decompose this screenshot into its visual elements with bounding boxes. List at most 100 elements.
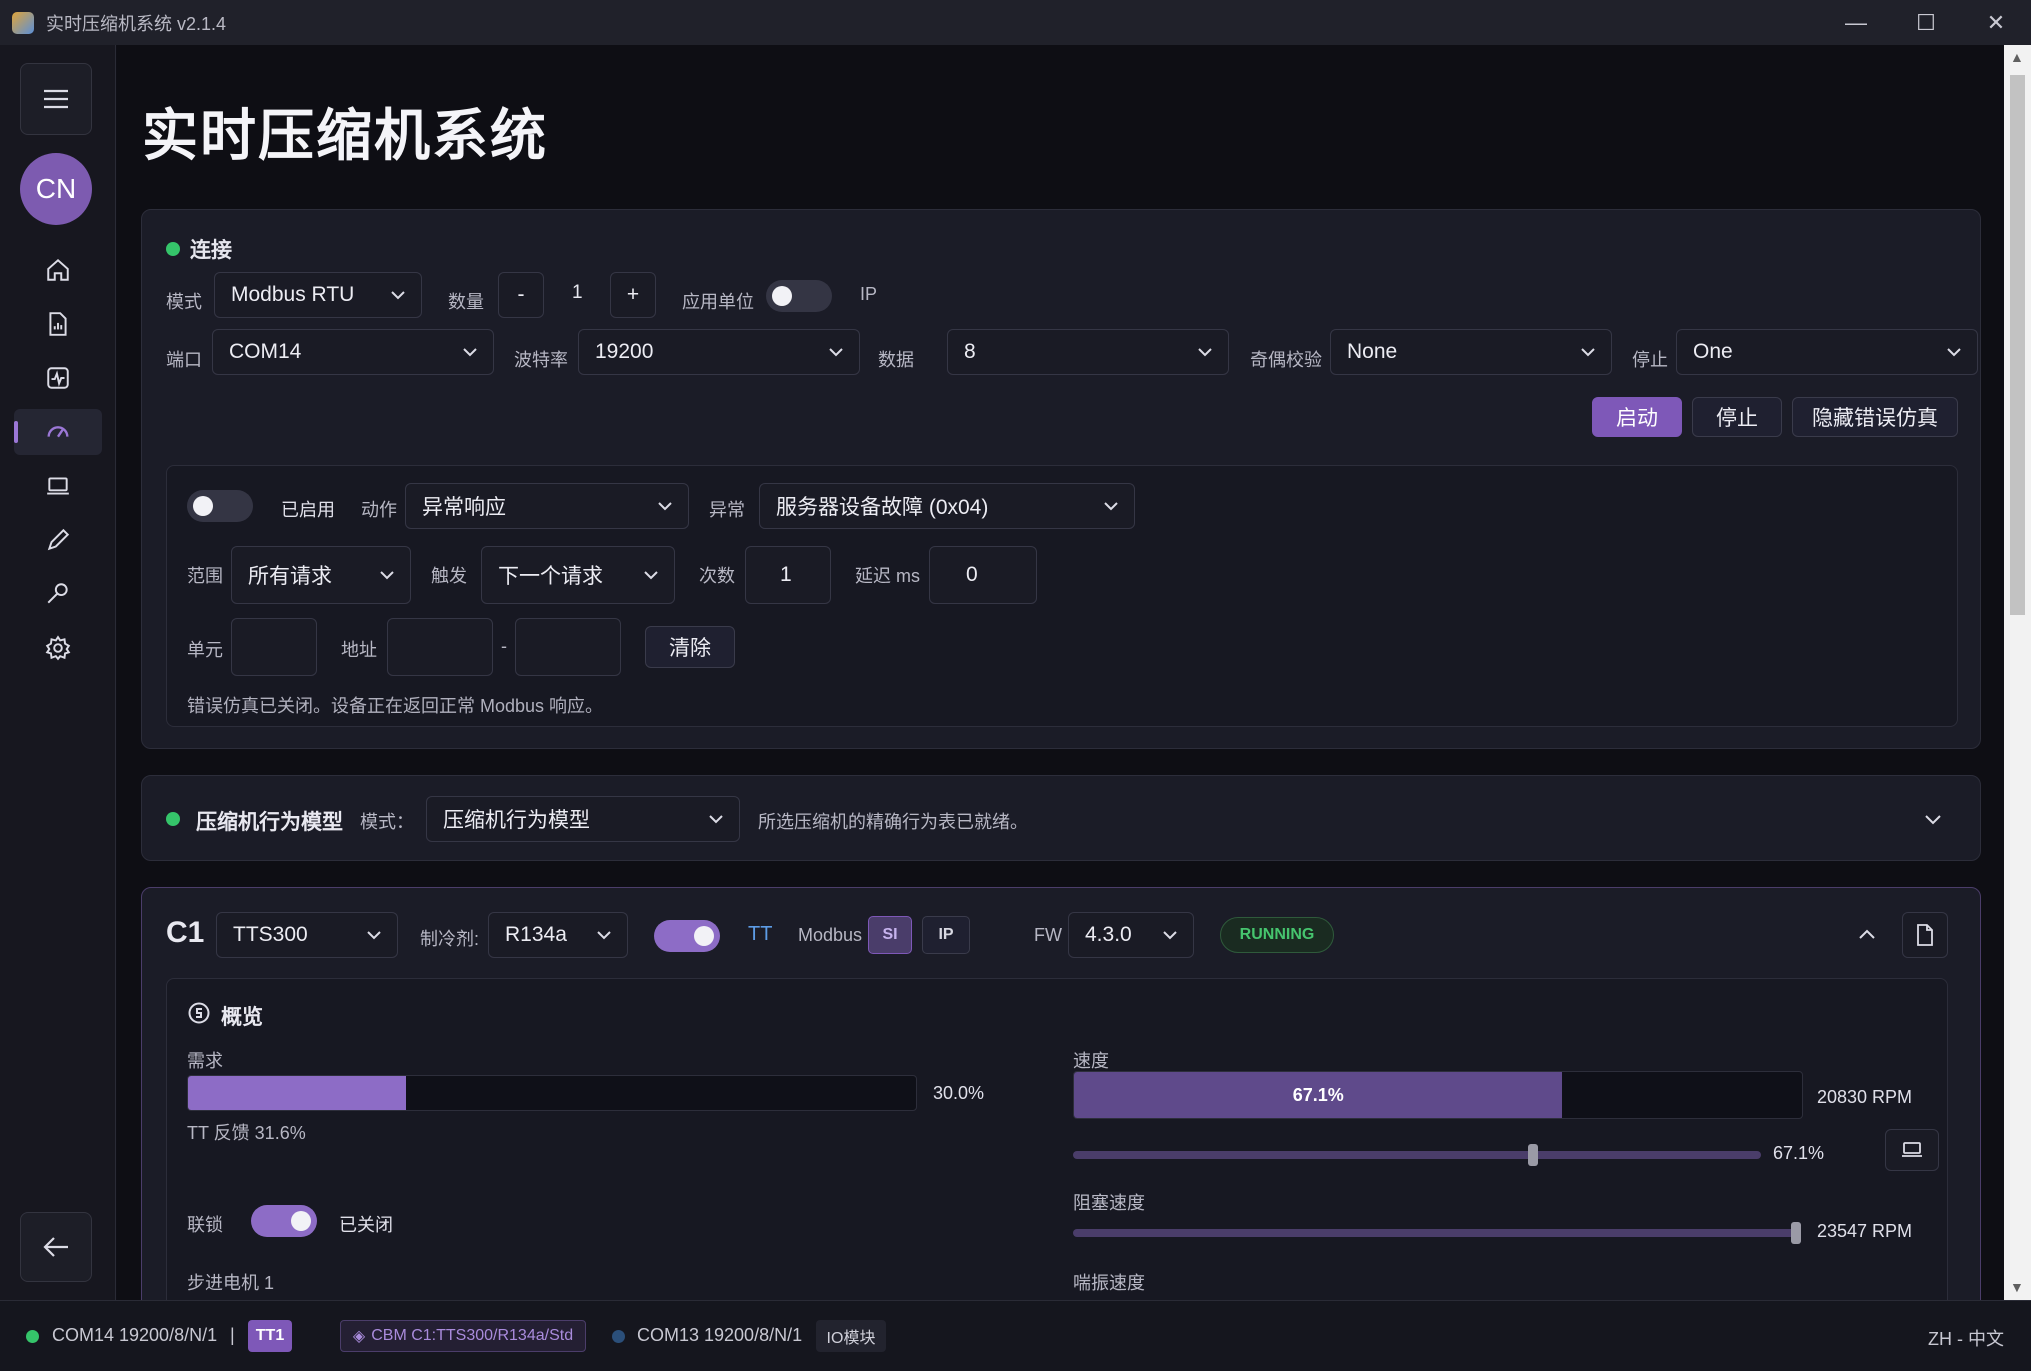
sidebar: CN <box>0 45 116 1300</box>
sidebar-item-report[interactable] <box>14 301 102 347</box>
scrollbar-thumb[interactable] <box>2010 75 2025 615</box>
speed-monitor-button[interactable] <box>1885 1129 1939 1171</box>
compressor-model-select[interactable]: TTS300 <box>216 912 398 958</box>
sidebar-item-monitor[interactable] <box>14 355 102 401</box>
stop-button[interactable]: 停止 <box>1692 397 1782 437</box>
connection-title: 连接 <box>190 239 232 262</box>
window-title: 实时压缩机系统 v2.1.4 <box>46 13 227 34</box>
times-input[interactable]: 1 <box>745 546 831 604</box>
count-decrement-button[interactable]: - <box>498 272 544 318</box>
parity-select[interactable]: None <box>1330 329 1612 375</box>
interlock-toggle[interactable] <box>251 1205 317 1237</box>
monitor-icon <box>1902 1142 1922 1157</box>
avatar[interactable]: CN <box>20 153 92 225</box>
stop-bits-select[interactable]: One <box>1676 329 1978 375</box>
cbm-tag[interactable]: ◈ CBM C1:TTS300/R134a/Std <box>340 1320 586 1352</box>
trigger-select[interactable]: 下一个请求 <box>481 546 675 604</box>
expand-chevron-icon[interactable] <box>1922 808 1944 830</box>
start-button[interactable]: 启动 <box>1592 397 1682 437</box>
parity-value: None <box>1347 340 1398 363</box>
fw-label: FW <box>1034 925 1062 945</box>
pulse-icon <box>47 367 69 389</box>
choke-speed-slider[interactable] <box>1073 1222 1801 1244</box>
port-select[interactable]: COM14 <box>212 329 494 375</box>
port2-status-dot <box>612 1330 625 1343</box>
sidebar-item-edit[interactable] <box>14 517 102 563</box>
si-unit-tag[interactable]: SI <box>868 916 912 954</box>
close-button[interactable]: ✕ <box>1961 0 2031 45</box>
apply-unit-toggle[interactable] <box>766 280 832 312</box>
interlock-state: 已关闭 <box>339 1215 393 1235</box>
wrench-icon <box>47 583 68 604</box>
behavior-mode-select[interactable]: 压缩机行为模型 <box>426 796 740 842</box>
language-indicator[interactable]: ZH - 中文 <box>1928 1325 2004 1351</box>
delay-input[interactable]: 0 <box>929 546 1037 604</box>
scope-select[interactable]: 所有请求 <box>231 546 411 604</box>
unit-input[interactable] <box>231 618 317 676</box>
stop-bits-label: 停止 <box>1632 350 1668 370</box>
apply-unit-label: 应用单位 <box>682 292 754 312</box>
fw-select[interactable]: 4.3.0 <box>1068 912 1194 958</box>
sidebar-item-settings[interactable] <box>14 625 102 671</box>
minimize-button[interactable]: — <box>1821 0 1891 45</box>
maximize-button[interactable]: ☐ <box>1891 0 1961 45</box>
action-value: 异常响应 <box>422 496 506 519</box>
address-label: 地址 <box>341 640 377 660</box>
speed-slider[interactable] <box>1073 1144 1761 1166</box>
document-button[interactable] <box>1902 912 1948 958</box>
sidebar-item-tools[interactable] <box>14 571 102 617</box>
port1-status-dot <box>26 1330 39 1343</box>
sidebar-item-device[interactable] <box>14 463 102 509</box>
chevron-down-icon <box>1581 348 1595 357</box>
behavior-title: 压缩机行为模型 <box>196 811 343 834</box>
data-bits-select[interactable]: 8 <box>947 329 1229 375</box>
chevron-down-icon <box>1163 931 1177 940</box>
mode-select[interactable]: Modbus RTU <box>214 272 422 318</box>
mode-label: 模式 <box>166 292 202 312</box>
exception-value: 服务器设备故障 (0x04) <box>776 496 989 519</box>
address-from-input[interactable] <box>387 618 493 676</box>
count-increment-button[interactable]: + <box>610 272 656 318</box>
behavior-status-dot <box>166 812 180 826</box>
trigger-label: 触发 <box>431 566 467 586</box>
address-separator: - <box>501 636 507 656</box>
collapse-chevron-icon[interactable] <box>1856 924 1878 946</box>
sidebar-item-compressor[interactable] <box>14 409 102 455</box>
gear-icon <box>45 635 71 661</box>
running-status-badge: RUNNING <box>1220 917 1334 953</box>
tt1-tag[interactable]: TT1 <box>248 1320 292 1352</box>
ip-unit-tag[interactable]: IP <box>922 916 970 954</box>
trigger-value: 下一个请求 <box>498 565 603 588</box>
speed-rpm: 20830 RPM <box>1817 1087 1913 1107</box>
baud-select[interactable]: 19200 <box>578 329 860 375</box>
error-sim-toggle[interactable] <box>187 490 253 522</box>
back-button[interactable] <box>20 1212 92 1282</box>
sidebar-item-home[interactable] <box>14 247 102 293</box>
speed-bar-fill: 67.1% <box>1074 1072 1563 1118</box>
data-bits-label: 数据 <box>878 350 914 370</box>
chevron-down-icon <box>367 931 381 940</box>
action-select[interactable]: 异常响应 <box>405 483 689 529</box>
stop-bits-value: One <box>1693 340 1733 363</box>
speed-slider-value: 67.1% <box>1773 1143 1825 1163</box>
exception-select[interactable]: 服务器设备故障 (0x04) <box>759 483 1135 529</box>
choke-slider-thumb[interactable] <box>1791 1222 1801 1244</box>
clear-button[interactable]: 清除 <box>645 626 735 668</box>
chevron-down-icon <box>644 571 658 580</box>
speed-slider-thumb[interactable] <box>1527 1144 1538 1166</box>
ip-label: IP <box>860 284 878 304</box>
scope-value: 所有请求 <box>248 565 332 588</box>
stepper-motor-label: 步进电机 1 <box>187 1273 275 1293</box>
tt-toggle[interactable] <box>654 920 720 952</box>
refrigerant-select[interactable]: R134a <box>488 912 628 958</box>
vertical-scrollbar[interactable]: ▲ ▼ <box>2004 45 2031 1300</box>
address-to-input[interactable] <box>515 618 621 676</box>
behavior-mode-value: 压缩机行为模型 <box>443 809 590 832</box>
scroll-up-arrow-icon[interactable]: ▲ <box>2010 49 2024 65</box>
scroll-down-arrow-icon[interactable]: ▼ <box>2010 1279 2024 1295</box>
gauge-icon <box>47 426 69 438</box>
io-module-tag[interactable]: IO模块 <box>816 1320 886 1352</box>
fw-value: 4.3.0 <box>1085 923 1132 946</box>
hide-error-sim-button[interactable]: 隐藏错误仿真 <box>1792 397 1958 437</box>
menu-button[interactable] <box>20 63 92 135</box>
